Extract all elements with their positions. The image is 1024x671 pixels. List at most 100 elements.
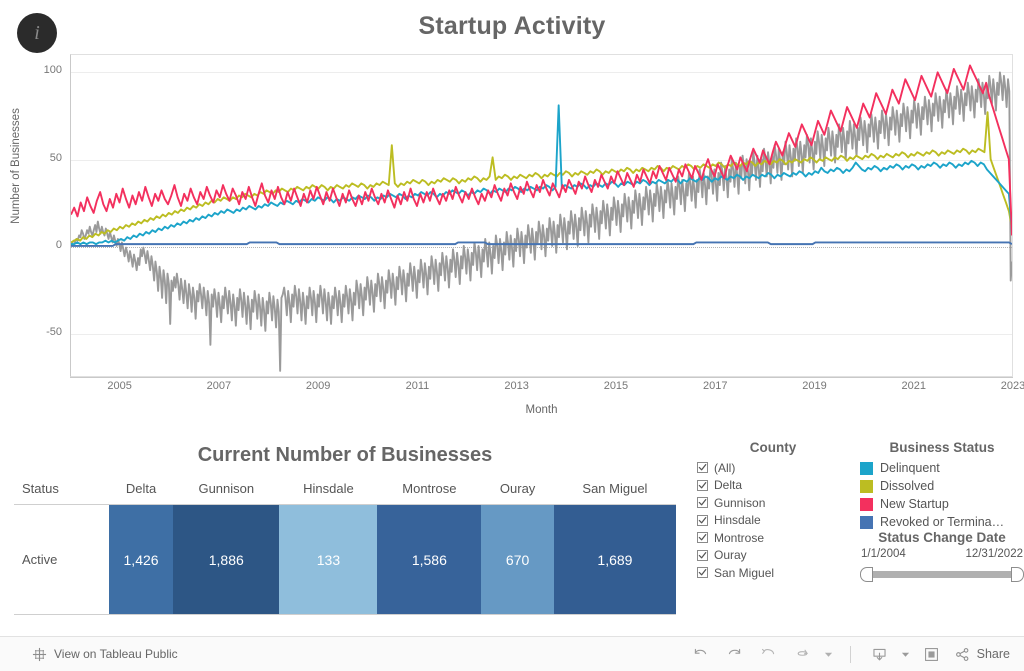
- view-on-tableau-public-label: View on Tableau Public: [54, 647, 178, 661]
- download-icon[interactable]: [864, 641, 896, 667]
- table-row: Active 1,426 1,886 133 1,586 670 1,689: [14, 504, 676, 615]
- legend-item-label: Dissolved: [880, 479, 935, 493]
- date-range-slider[interactable]: [860, 566, 1024, 582]
- legend-item-label: Revoked or Termina…: [880, 515, 1005, 529]
- businesses-heat-table: Status Delta Gunnison Hinsdale Montrose Ouray…: [14, 476, 676, 615]
- table-cell[interactable]: 1,586: [377, 504, 482, 615]
- table-header-row: Status Delta Gunnison Hinsdale Montrose Ouray…: [14, 476, 676, 505]
- county-checkbox-row[interactable]: Hinsdale: [697, 512, 849, 530]
- y-axis-ticks: 100 50 0 -50: [10, 54, 62, 377]
- avatar[interactable]: i: [17, 13, 57, 53]
- legend-item-label: New Startup: [880, 497, 949, 511]
- slider-track[interactable]: [866, 571, 1018, 578]
- x-tick-label: 2019: [802, 380, 827, 392]
- x-axis-title: Month: [525, 404, 558, 416]
- date-range-end: 12/31/2022: [965, 548, 1023, 560]
- date-range-labels: 1/1/2004 12/31/2022: [860, 548, 1024, 564]
- table-column-header: Hinsdale: [279, 476, 378, 505]
- legend-item[interactable]: Delinquent: [860, 459, 1024, 477]
- county-checkbox-label: Delta: [714, 478, 743, 493]
- table-cell[interactable]: 1,426: [109, 504, 174, 615]
- checkbox-icon[interactable]: [697, 567, 708, 579]
- slider-handle-left[interactable]: [860, 567, 873, 582]
- slider-handle-right[interactable]: [1011, 567, 1024, 582]
- line-series-group: [71, 55, 1012, 376]
- legend-color-swatch: [860, 515, 873, 529]
- table-title: Current Number of Businesses: [197, 444, 493, 466]
- county-checkbox-list[interactable]: (All) Delta Gunnison Hinsdale Montrose Ouray S…: [697, 459, 849, 582]
- table-column-header: Montrose: [377, 476, 482, 505]
- x-tick-label: 2011: [405, 380, 430, 392]
- undo-icon[interactable]: [685, 641, 717, 667]
- startup-activity-chart: Startup Activity Number of Businesses 10…: [0, 0, 1024, 432]
- table-cell[interactable]: 1,886: [173, 504, 280, 615]
- share-button[interactable]: Share: [950, 646, 1010, 663]
- status-change-date-title: Status Change Date: [878, 530, 1006, 545]
- toolbar-divider: [849, 645, 851, 663]
- table-cell[interactable]: 670: [481, 504, 554, 615]
- share-icon: [954, 646, 971, 663]
- legend-color-swatch: [860, 497, 873, 511]
- legend-color-swatch: [860, 479, 873, 493]
- county-checkbox-label: (All): [714, 460, 736, 475]
- x-tick-label: 2023: [1000, 380, 1024, 392]
- table-cell[interactable]: 133: [279, 504, 378, 615]
- county-filter: County (All) Delta Gunnison Hinsdale Montros…: [697, 440, 849, 582]
- county-checkbox-label: Ouray: [714, 548, 747, 563]
- x-tick-label: 2009: [305, 380, 331, 392]
- table-column-header: Delta: [109, 476, 174, 505]
- businesses-table-panel: Current Number of Businesses Status Delta…: [0, 434, 690, 634]
- legend-item[interactable]: New Startup: [860, 495, 1024, 513]
- table-column-header: Status: [14, 476, 109, 505]
- y-tick-label: 50: [49, 151, 62, 164]
- legend-item[interactable]: Dissolved: [860, 477, 1024, 495]
- checkbox-icon[interactable]: [697, 514, 708, 526]
- share-label: Share: [976, 647, 1010, 661]
- table-column-header: Gunnison: [173, 476, 280, 505]
- county-checkbox-row[interactable]: San Miguel: [697, 564, 849, 582]
- county-checkbox-row[interactable]: Gunnison: [697, 494, 849, 512]
- page-title: Startup Activity: [418, 12, 606, 40]
- checkbox-icon[interactable]: [697, 462, 708, 474]
- refresh-icon[interactable]: [787, 641, 819, 667]
- avatar-initial: i: [34, 21, 40, 44]
- county-checkbox-label: Montrose: [714, 530, 765, 545]
- business-status-items[interactable]: Delinquent Dissolved New Startup Revoked or…: [860, 459, 1024, 531]
- checkbox-icon[interactable]: [697, 532, 708, 544]
- checkbox-icon[interactable]: [697, 497, 708, 509]
- business-status-title: Business Status: [889, 440, 995, 455]
- y-tick-label: -50: [46, 326, 62, 339]
- county-checkbox-row[interactable]: Ouray: [697, 547, 849, 565]
- table-body: Active 1,426 1,886 133 1,586 670 1,689: [14, 504, 676, 615]
- legend-item[interactable]: Revoked or Termina…: [860, 513, 1024, 531]
- county-checkbox-row[interactable]: Delta: [697, 477, 849, 495]
- county-checkbox-label: San Miguel: [714, 565, 775, 580]
- x-axis-line: [70, 377, 1013, 378]
- table-column-header: San Miguel: [553, 476, 676, 505]
- county-checkbox-row[interactable]: Montrose: [697, 529, 849, 547]
- table-column-header: Ouray: [481, 476, 554, 505]
- redo-icon[interactable]: [719, 641, 751, 667]
- fullscreen-icon[interactable]: [916, 641, 948, 667]
- filters-panel: County (All) Delta Gunnison Hinsdale Montros…: [692, 434, 1024, 634]
- x-tick-label: 2013: [504, 380, 529, 392]
- date-range-start: 1/1/2004: [861, 548, 906, 560]
- x-axis-ticks: 2005 2007 2009 2011 2013 2015 2017 2019 2021 2023: [70, 380, 1024, 400]
- legend-item-label: Delinquent: [880, 461, 940, 475]
- checkbox-icon[interactable]: [697, 549, 708, 561]
- x-tick-label: 2017: [702, 380, 728, 392]
- download-chevron-icon[interactable]: [898, 641, 914, 667]
- chevron-down-icon[interactable]: [821, 641, 837, 667]
- x-tick-label: 2021: [901, 380, 926, 392]
- x-tick-label: 2005: [107, 380, 132, 392]
- checkbox-icon[interactable]: [697, 479, 708, 491]
- toolbar-actions: Share: [685, 641, 1024, 667]
- revert-icon[interactable]: [753, 641, 785, 667]
- bottom-toolbar: View on Tableau Public Share: [0, 636, 1024, 671]
- legend-color-swatch: [860, 461, 873, 475]
- y-tick-label: 0: [55, 239, 62, 252]
- county-checkbox-row[interactable]: (All): [697, 459, 849, 477]
- view-on-tableau-public-button[interactable]: View on Tableau Public: [0, 647, 178, 662]
- county-filter-title: County: [749, 440, 797, 455]
- table-cell[interactable]: 1,689: [553, 504, 676, 615]
